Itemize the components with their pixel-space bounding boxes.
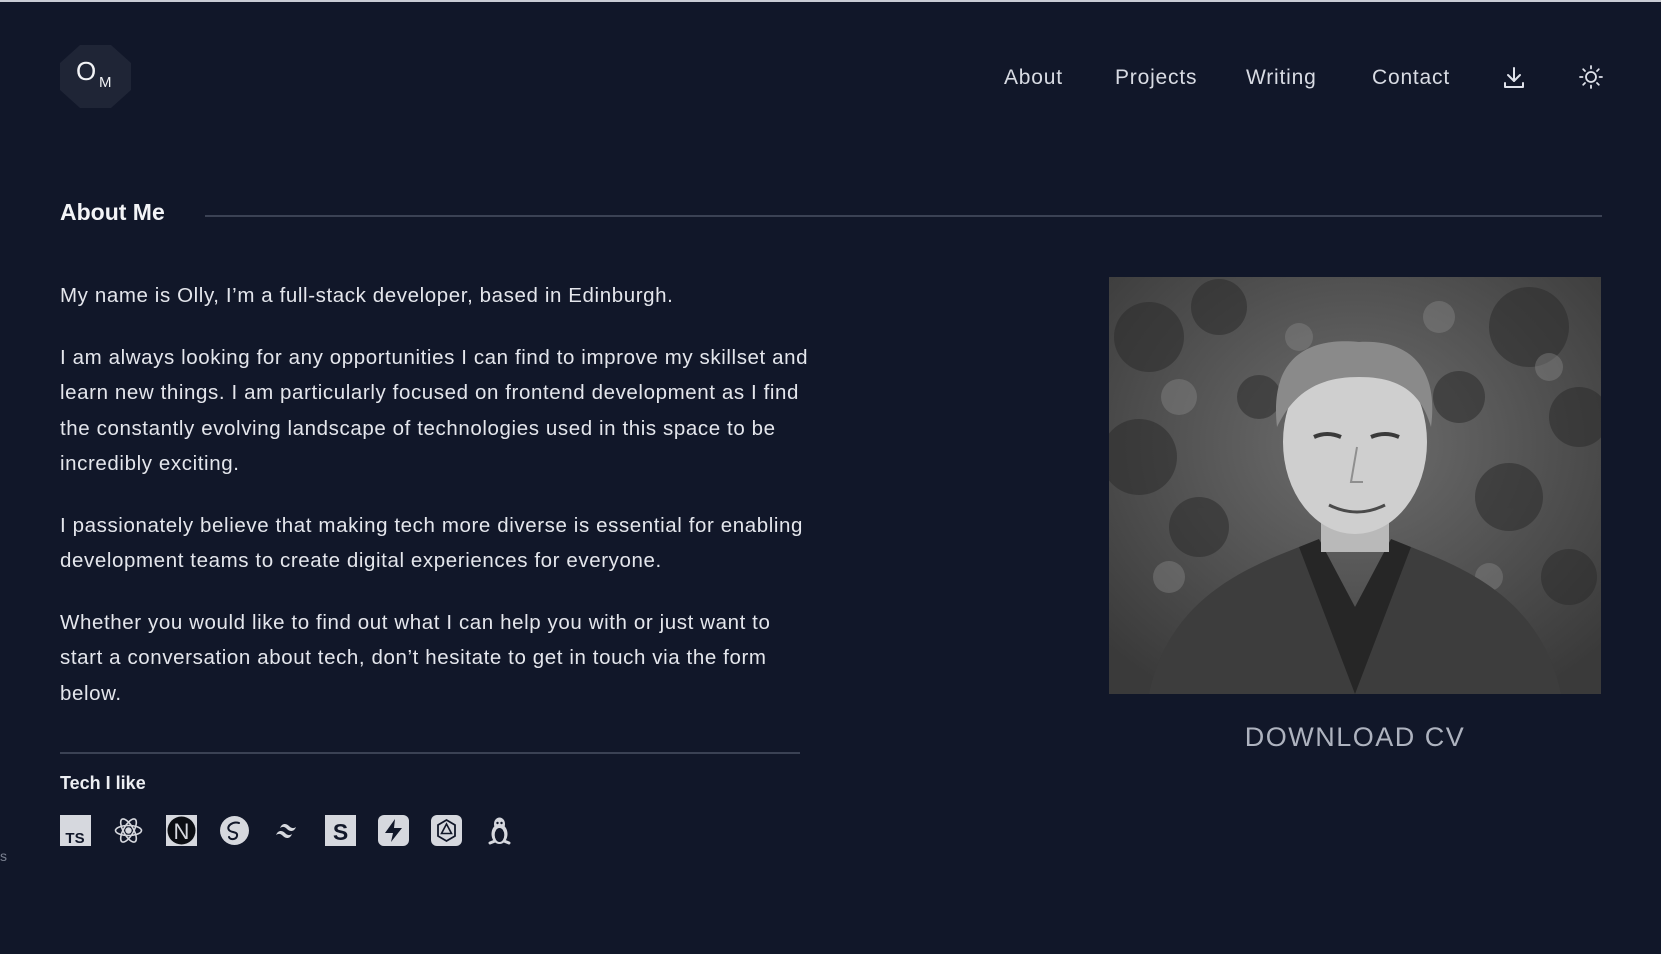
- tailwind-icon: [272, 815, 303, 846]
- download-icon[interactable]: [1500, 64, 1528, 92]
- tech-icon-list: TS N S: [60, 815, 515, 847]
- bio-paragraph: I am always looking for any opportunitie…: [60, 345, 809, 476]
- download-cv-link[interactable]: DOWNLOAD CV: [1109, 722, 1601, 753]
- linux-icon: [484, 815, 515, 846]
- top-border: [0, 0, 1661, 2]
- portrait-photo: [1109, 277, 1601, 694]
- graphql-icon: [431, 815, 462, 846]
- styled-components-glyph: S: [333, 819, 348, 845]
- nav-projects[interactable]: Projects: [1115, 62, 1197, 94]
- typescript-icon: TS: [60, 815, 91, 846]
- nav-contact[interactable]: Contact: [1372, 62, 1450, 94]
- tech-divider: [60, 752, 800, 754]
- nav-writing[interactable]: Writing: [1246, 62, 1317, 94]
- typescript-glyph: TS: [65, 830, 84, 846]
- supabase-icon: [378, 815, 409, 846]
- bio: My name is Olly, I’m a full-stack develo…: [60, 278, 810, 737]
- bio-paragraph: Whether you would like to find out what …: [60, 610, 771, 705]
- section-divider: [205, 215, 1602, 217]
- logo-letter-m: M: [99, 74, 112, 91]
- styled-components-icon: S: [325, 815, 356, 846]
- nav-about[interactable]: About: [1004, 62, 1063, 94]
- nextjs-glyph: N: [174, 819, 190, 844]
- bio-paragraph: I passionately believe that making tech …: [60, 513, 804, 573]
- nextjs-icon: N: [166, 815, 197, 846]
- section-title: About Me: [60, 199, 165, 225]
- sass-icon: [219, 815, 250, 846]
- logo-letter-o: O: [76, 56, 97, 86]
- sun-icon[interactable]: [1577, 63, 1605, 91]
- bio-paragraph: My name is Olly, I’m a full-stack develo…: [60, 284, 674, 307]
- react-icon: [113, 815, 144, 846]
- tech-title: Tech I like: [60, 773, 146, 793]
- stray-text: s: [0, 848, 7, 864]
- logo[interactable]: O M: [60, 45, 131, 108]
